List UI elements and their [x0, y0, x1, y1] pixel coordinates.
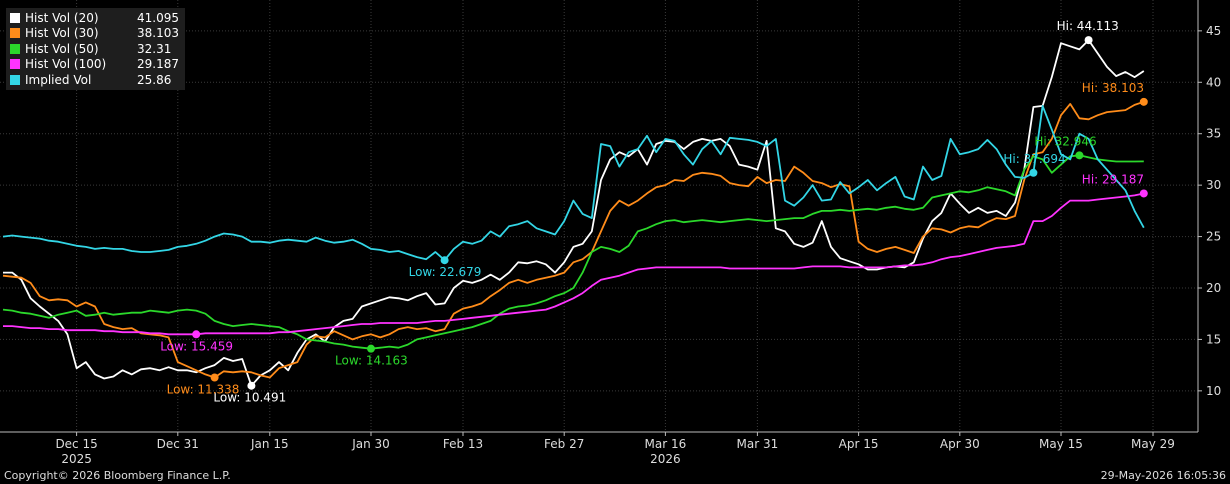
series-line-2 — [2, 154, 1144, 350]
legend-series-name: Implied Vol — [25, 72, 92, 87]
x-tick-label: Dec 15 — [55, 437, 97, 451]
x-tick-label: Jan 30 — [351, 437, 390, 451]
annotation-marker — [247, 381, 256, 390]
y-tick-label: 15 — [1206, 332, 1221, 346]
annotation-label: Hi: 37.694 — [1003, 152, 1065, 166]
annotation-marker — [1029, 168, 1038, 177]
legend-swatch — [10, 43, 20, 54]
annotation-marker — [192, 330, 201, 339]
x-tick-label: Dec 31 — [157, 437, 199, 451]
legend-item: Hist Vol (50) 32.31 — [10, 41, 179, 57]
annotation-label: Low: 14.163 — [335, 354, 408, 368]
legend-series-name: Hist Vol (50) — [25, 41, 99, 56]
annotation-label: Hi: 38.103 — [1082, 81, 1144, 95]
y-tick-label: 35 — [1206, 127, 1221, 141]
series-line-3 — [3, 192, 1144, 336]
legend-item: Hist Vol (100) 29.187 — [10, 57, 179, 73]
y-tick-label: 30 — [1206, 178, 1221, 192]
annotation-marker — [1084, 36, 1093, 45]
annotation-marker — [1075, 151, 1084, 160]
legend-series-value: 38.103 — [137, 26, 179, 41]
annotation-label: Low: 11.338 — [167, 382, 240, 396]
annotation-marker — [440, 256, 449, 265]
y-tick-label: 40 — [1206, 75, 1221, 89]
x-tick-label: Jan 15 — [250, 437, 289, 451]
y-tick-label: 10 — [1206, 384, 1221, 398]
legend-series-value: 29.187 — [137, 57, 179, 72]
annotation-marker — [367, 344, 375, 353]
annotation-label: Low: 22.679 — [409, 265, 482, 279]
legend-item: Hist Vol (20) 41.095 — [10, 10, 179, 26]
legend-item: Hist Vol (30) 38.103 — [10, 26, 179, 42]
y-tick-label: 20 — [1206, 281, 1221, 295]
timestamp-text: 29-May-2026 16:05:36 — [1100, 469, 1226, 482]
x-year-label: 2026 — [650, 452, 681, 466]
annotation-marker — [1139, 189, 1148, 198]
y-tick-label: 25 — [1206, 230, 1221, 244]
x-tick-label: Feb 27 — [544, 437, 584, 451]
legend-swatch — [10, 12, 20, 23]
x-tick-label: Apr 30 — [940, 437, 980, 451]
legend-series-value: 41.095 — [137, 10, 179, 25]
annotation-label: Low: 15.459 — [160, 339, 233, 353]
x-tick-label: Apr 15 — [839, 437, 879, 451]
legend-item: Implied Vol 25.86 — [10, 72, 179, 88]
legend-swatch — [10, 28, 20, 39]
legend-series-value: 25.86 — [137, 72, 172, 87]
legend-swatch — [10, 59, 20, 70]
x-tick-label: May 15 — [1039, 437, 1083, 451]
legend-series-name: Hist Vol (30) — [25, 26, 99, 41]
legend-series-name: Hist Vol (20) — [25, 10, 99, 25]
copyright-text: Copyright© 2026 Bloomberg Finance L.P. — [4, 469, 231, 482]
series-line-1 — [2, 100, 1145, 379]
annotation-label: Hi: 32.946 — [1034, 134, 1096, 148]
legend-swatch — [10, 74, 20, 85]
annotation-label: Hi: 44.113 — [1057, 19, 1119, 33]
annotation-marker — [1139, 97, 1148, 106]
x-tick-label: Mar 31 — [737, 437, 779, 451]
legend-series-value: 32.31 — [137, 41, 172, 56]
legend: Hist Vol (20) 41.095 Hist Vol (30) 38.103 Hi… — [6, 8, 185, 90]
x-tick-label: May 29 — [1131, 437, 1175, 451]
x-year-label: 2025 — [61, 452, 92, 466]
annotation-label: Hi: 29.187 — [1082, 172, 1144, 186]
y-tick-label: 45 — [1206, 24, 1221, 38]
annotation-marker — [210, 373, 219, 382]
x-tick-label: Mar 16 — [645, 437, 687, 451]
x-tick-label: Feb 13 — [443, 437, 483, 451]
legend-series-name: Hist Vol (100) — [25, 57, 107, 72]
